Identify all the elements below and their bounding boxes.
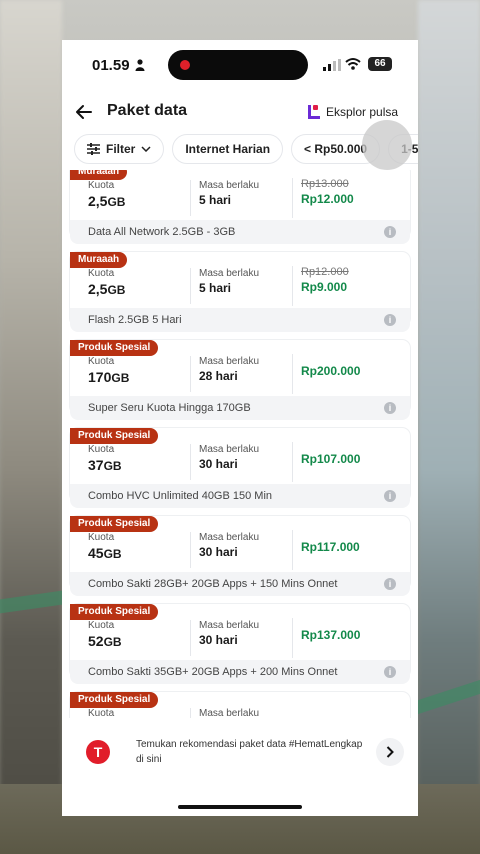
kuota-unit: GB [107, 195, 126, 209]
info-icon[interactable]: i [384, 226, 396, 238]
masa-label: Masa berlaku [199, 356, 260, 367]
package-description-text: Data All Network 2.5GB - 3GB [88, 226, 236, 238]
masa-label: Masa berlaku [199, 444, 260, 455]
masa-value: 5 hari [199, 281, 232, 295]
package-description: Combo Sakti 35GB+ 20GB Apps + 200 Mins O… [70, 660, 410, 684]
masa-label: Masa berlaku [199, 708, 260, 718]
recommendation-arrow-button[interactable] [376, 738, 404, 766]
package-description: Data All Network 2.5GB - 3GB i [70, 220, 410, 244]
package-description: Combo Sakti 28GB+ 20GB Apps + 150 Mins O… [70, 572, 410, 596]
package-description: Flash 2.5GB 5 Hari i [70, 308, 410, 332]
dynamic-island [168, 50, 308, 80]
filter-chip-label: < Rp50.000 [304, 142, 368, 156]
package-badge: Produk Spesial [70, 692, 159, 708]
wifi-icon [345, 58, 361, 70]
info-icon[interactable]: i [384, 314, 396, 326]
phone-screen: 01.59 66 Paket data Eksplor pulsa Filter… [62, 40, 418, 816]
filter-button[interactable]: Filter [74, 134, 165, 164]
package-description-text: Combo Sakti 28GB+ 20GB Apps + 150 Mins O… [88, 578, 338, 590]
kuota-label: Kuota [88, 180, 115, 191]
battery-indicator: 66 [368, 57, 392, 71]
kuota-label: Kuota [88, 268, 115, 279]
kuota-unit: GB [103, 547, 122, 561]
recording-dot-icon [180, 60, 190, 70]
page-title: Paket data [107, 102, 188, 119]
home-indicator[interactable] [178, 805, 302, 809]
kuota-value: 52 [88, 633, 104, 649]
package-description-text: Super Seru Kuota Hingga 170GB [88, 402, 251, 414]
masa-label: Masa berlaku [199, 268, 260, 279]
kuota-value: 2,5 [88, 281, 108, 297]
package-list[interactable]: Muraaah Kuota 2,5GB Masa berlaku 5 hari Rp… [62, 170, 418, 718]
kuota-unit: GB [103, 635, 122, 649]
chevron-down-icon [141, 146, 151, 152]
kuota-label: Kuota [88, 356, 115, 367]
masa-value: 30 hari [199, 633, 238, 647]
old-price: Rp12.000 [301, 266, 349, 278]
info-icon[interactable]: i [384, 666, 396, 678]
status-time: 01.59 [92, 57, 130, 74]
package-description: Combo HVC Unlimited 40GB 150 Min i [70, 484, 410, 508]
masa-label: Masa berlaku [199, 620, 260, 631]
kuota-value: 37 [88, 457, 104, 473]
back-arrow-icon[interactable] [74, 102, 94, 122]
masa-value: 28 hari [199, 369, 238, 383]
filter-chip-label: Internet Harian [185, 142, 271, 156]
masa-label: Masa berlaku [199, 180, 260, 191]
price: Rp9.000 [301, 280, 348, 294]
kuota-label: Kuota [88, 620, 115, 631]
package-badge: Produk Spesial [70, 428, 159, 444]
filter-chip-internet-harian[interactable]: Internet Harian [172, 134, 284, 164]
package-badge: Muraaah [70, 252, 128, 268]
kuota-label: Kuota [88, 708, 115, 718]
sliders-icon [87, 143, 100, 155]
telkomsel-logo-icon: T [86, 740, 110, 764]
kuota-label: Kuota [88, 444, 115, 455]
signal-icon [323, 59, 341, 71]
package-badge: Produk Spesial [70, 516, 159, 532]
price: Rp107.000 [301, 452, 361, 466]
package-card[interactable]: Produk Spesial Kuota Masa berlaku [70, 692, 410, 718]
old-price: Rp13.000 [301, 178, 349, 190]
info-icon[interactable]: i [384, 578, 396, 590]
filter-label: Filter [106, 142, 136, 156]
kuota-unit: GB [103, 459, 122, 473]
package-description: Super Seru Kuota Hingga 170GB i [70, 396, 410, 420]
background-right [418, 0, 480, 854]
background-left [0, 0, 62, 854]
package-description-text: Combo Sakti 35GB+ 20GB Apps + 200 Mins O… [88, 666, 338, 678]
package-description-text: Combo HVC Unlimited 40GB 150 Min [88, 490, 273, 502]
price: Rp200.000 [301, 364, 361, 378]
price: Rp137.000 [301, 628, 361, 642]
person-icon [135, 59, 145, 71]
kuota-label: Kuota [88, 532, 115, 543]
masa-value: 30 hari [199, 545, 238, 559]
eksplor-logo-icon [308, 105, 320, 119]
page-header: Paket data Eksplor pulsa [62, 92, 418, 132]
package-description-text: Flash 2.5GB 5 Hari [88, 314, 182, 326]
recommendation-banner[interactable]: T Temukan rekomendasi paket data #HematL… [72, 730, 408, 774]
masa-value: 30 hari [199, 457, 238, 471]
package-badge: Muraaah [70, 170, 128, 180]
recommendation-text: Temukan rekomendasi paket data #HematLen… [136, 739, 363, 765]
chevron-right-icon [386, 746, 394, 758]
price: Rp12.000 [301, 192, 354, 206]
kuota-unit: GB [111, 371, 130, 385]
info-icon[interactable]: i [384, 490, 396, 502]
eksplor-pulsa-label: Eksplor pulsa [326, 105, 399, 119]
kuota-value: 170 [88, 369, 112, 385]
info-icon[interactable]: i [384, 402, 396, 414]
masa-label: Masa berlaku [199, 532, 260, 543]
package-badge: Produk Spesial [70, 604, 159, 620]
kuota-value: 45 [88, 545, 104, 561]
kuota-value: 2,5 [88, 193, 108, 209]
kuota-unit: GB [107, 283, 126, 297]
masa-value: 5 hari [199, 193, 232, 207]
price: Rp117.000 [301, 540, 360, 554]
touch-indicator [362, 120, 412, 170]
status-bar: 01.59 66 [62, 40, 418, 92]
package-badge: Produk Spesial [70, 340, 159, 356]
